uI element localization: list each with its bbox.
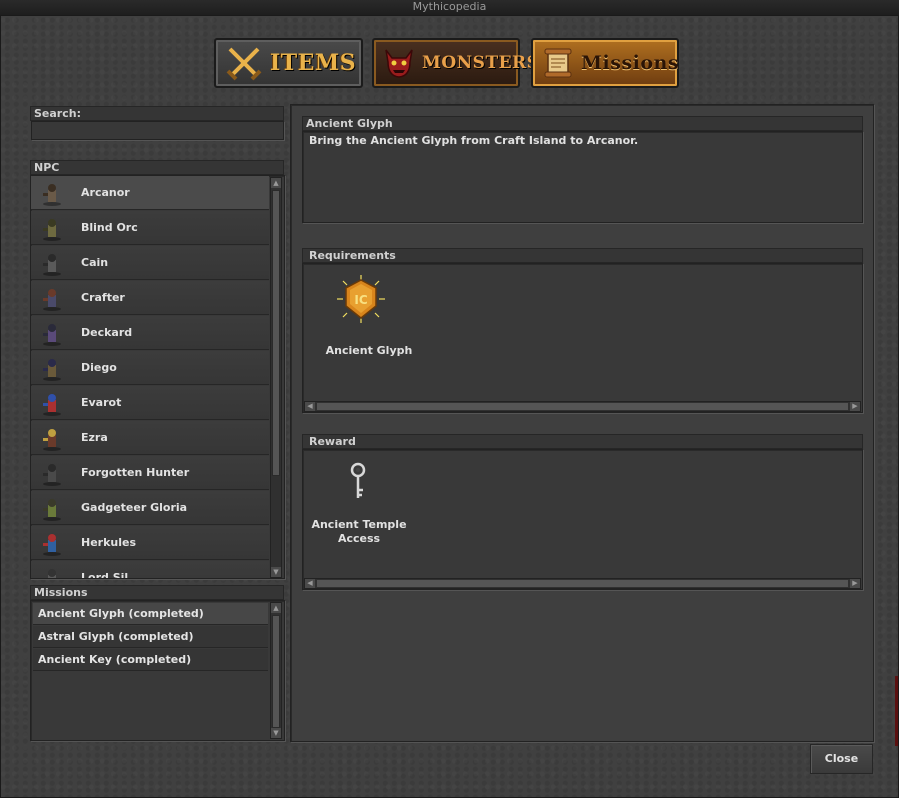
npc-list-item[interactable]: Arcanor [31,176,269,210]
requirements-hscroll-thumb[interactable] [317,403,848,410]
missions-header: Missions [30,585,284,600]
scroll-up-arrow[interactable]: ▲ [271,603,281,613]
reward-item-label-line1: Ancient Temple [311,518,407,531]
scroll-down-arrow[interactable]: ▼ [271,567,281,577]
npc-sprite-icon [34,178,68,208]
description-box: Bring the Ancient Glyph from Craft Islan… [302,131,863,223]
missions-scrollbar[interactable]: ▲ ▼ [270,602,282,739]
npc-name: Diego [81,361,117,374]
requirements-box [302,263,863,413]
npc-sprite-icon [34,423,68,453]
scroll-right-arrow[interactable]: ▶ [850,579,860,588]
reward-header: Reward [302,434,863,449]
tab-missions[interactable]: Missions [531,38,679,88]
npc-name: Forgotten Hunter [81,466,190,479]
edge-marker [895,676,898,746]
npc-sprite-icon [34,318,68,348]
close-button[interactable]: Close [810,744,873,774]
npc-name: Deckard [81,326,133,339]
npc-list-item[interactable]: Herkules [31,526,269,560]
key-icon[interactable] [346,462,370,502]
npc-list: Arcanor Blind Orc Cain Crafter Deckard Diego E… [31,176,269,578]
npc-sprite-icon [34,528,68,558]
npc-sprite-icon [34,248,68,278]
npc-list-item[interactable]: Forgotten Hunter [31,456,269,490]
npc-list-item[interactable]: Crafter [31,281,269,315]
mission-item[interactable]: Astral Glyph (completed) [33,626,268,648]
npc-sprite-icon [34,563,68,578]
npc-list-item[interactable]: Blind Orc [31,211,269,245]
npc-name: Gadgeteer Gloria [81,501,188,514]
tab-monsters[interactable]: Monsters [372,38,539,88]
npc-sprite-icon [34,213,68,243]
scroll-left-arrow[interactable]: ◀ [305,579,315,588]
tab-items[interactable]: Items [214,38,363,88]
npc-header: NPC [30,160,284,175]
window-title: Mythicopedia [0,0,899,16]
demon-head-icon [382,44,416,82]
requirements-hscroll[interactable]: ◀ ▶ [304,401,861,412]
mission-title: Ancient Glyph [302,116,863,131]
npc-name: Crafter [81,291,125,304]
search-input[interactable] [31,121,284,140]
npc-scroll-thumb[interactable] [272,190,280,476]
tab-items-label: Items [270,50,357,76]
scroll-icon [541,44,575,82]
npc-list-item[interactable]: Deckard [31,316,269,350]
glyph-medallion-icon[interactable]: IC [336,274,386,324]
npc-list-item[interactable]: Cain [31,246,269,280]
npc-list-item[interactable]: Diego [31,351,269,385]
npc-scrollbar[interactable]: ▲ ▼ [270,177,282,578]
tab-missions-label: Missions [581,52,680,74]
scroll-right-arrow[interactable]: ▶ [850,402,860,411]
mission-description: Bring the Ancient Glyph from Craft Islan… [309,134,639,147]
npc-name: Ezra [81,431,108,444]
svg-text:IC: IC [354,293,367,307]
npc-list-item[interactable]: Lord Sil... [31,561,269,578]
tab-monsters-label: Monsters [422,53,540,73]
npc-name: Lord Sil... [81,571,141,578]
npc-sprite-icon [34,493,68,523]
npc-name: Herkules [81,536,137,549]
npc-sprite-icon [34,458,68,488]
reward-hscroll[interactable]: ◀ ▶ [304,578,861,589]
npc-name: Evarot [81,396,122,409]
missions-scroll-thumb[interactable] [272,615,280,728]
requirements-header: Requirements [302,248,863,263]
crossed-swords-icon [224,44,264,82]
npc-sprite-icon [34,353,68,383]
reward-hscroll-thumb[interactable] [317,580,848,587]
npc-list-item[interactable]: Ezra [31,421,269,455]
scroll-down-arrow[interactable]: ▼ [271,728,281,738]
mission-item[interactable]: Ancient Glyph (completed) [33,603,268,625]
mission-item[interactable]: Ancient Key (completed) [33,649,268,671]
requirement-item-label: Ancient Glyph [325,344,413,357]
npc-name: Blind Orc [81,221,138,234]
search-label: Search: [30,106,284,121]
npc-sprite-icon [34,283,68,313]
npc-list-item[interactable]: Gadgeteer Gloria [31,491,269,525]
reward-item-label-line2: Access [337,532,381,545]
npc-sprite-icon [34,388,68,418]
npc-name: Arcanor [81,186,130,199]
scroll-up-arrow[interactable]: ▲ [271,178,281,188]
npc-name: Cain [81,256,109,269]
reward-item-label: Ancient Temple Access [305,518,413,546]
npc-list-item[interactable]: Evarot [31,386,269,420]
scroll-left-arrow[interactable]: ◀ [305,402,315,411]
